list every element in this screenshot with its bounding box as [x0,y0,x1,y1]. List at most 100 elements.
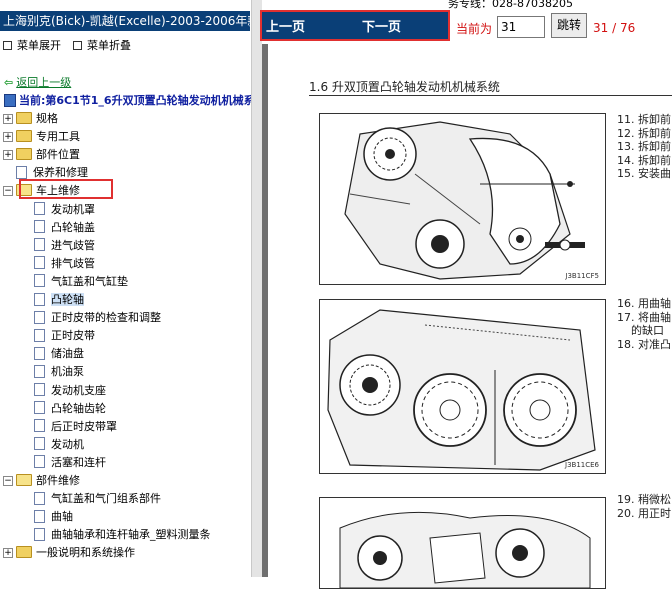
tree-item-label: 保养和修理 [33,166,88,180]
tree-page[interactable]: 进气歧管 [34,237,95,254]
engine-figure-3 [319,497,606,589]
step-line: 16. 用曲轴 [617,297,671,310]
collapse-icon [73,40,82,50]
tree-item-label: 发动机 [51,437,84,451]
section-rule [309,95,672,96]
step-line: 13. 拆卸前 [617,140,671,153]
sidebar-scrollbar[interactable] [251,0,262,577]
expand-toggle-icon[interactable]: + [3,132,13,143]
menu-expand-button[interactable]: 菜单展开 [3,38,61,54]
page-icon [34,401,45,415]
page-icon [34,328,45,342]
tree-page[interactable]: 曲轴 [34,508,73,525]
tree-folder[interactable]: + 一般说明和系统操作 [3,544,135,561]
page-icon [34,256,45,270]
engine-drawing-2 [320,300,605,473]
tree-page[interactable]: 凸轮轴盖 [34,219,95,236]
expand-icon [3,40,12,50]
tree-page[interactable]: 储油盘 [34,345,84,362]
back-link-label: 返回上一级 [16,76,72,89]
figure-code-2: J3B11CE6 [565,461,599,469]
step-line: 的缺口 [617,324,664,337]
hotline-text: 务专线：028-87038205 [448,0,573,9]
tree-item-label: 机油泵 [51,365,84,379]
tree-item-label: 一般说明和系统操作 [36,546,135,560]
tree-item-label: 规格 [36,112,58,125]
sidebar: 上海别克(Bick)-凯越(Excelle)-2003-2006年款 菜单展开 … [0,0,251,577]
hotline-strip: 务专线：028-87038205 [262,0,672,9]
tree-page[interactable]: 曲轴轴承和连杆轴承_塑料测量条 [34,526,211,543]
tree-item-label: 曲轴 [51,510,73,524]
tree-item-label: 专用工具 [36,130,80,144]
tree-item-label: 发动机支座 [51,383,106,397]
engine-figure-2: J3B11CE6 [319,299,606,474]
tree-page[interactable]: 发动机罩 [34,201,95,218]
tree-item-label: 发动机罩 [51,202,95,216]
engine-drawing-1 [320,114,605,284]
step-line: 18. 对准凸 [617,337,671,351]
folder-icon [16,474,32,486]
tree-item-label: 部件位置 [36,148,80,162]
page-icon [34,238,45,252]
page-icon [34,310,45,324]
step-line: 19. 稍微松 [617,493,671,506]
tree-page[interactable]: 气缸盖和气门组系部件 [34,490,161,507]
folder-icon [16,148,32,161]
book-icon [4,93,16,107]
expand-toggle-icon[interactable]: + [3,150,13,161]
step-line: 14. 拆卸前 [617,153,671,167]
steps-group-1: 11. 拆卸前 12. 拆卸前 13. 拆卸前 14. 拆卸前 15. 安装曲 [617,113,671,181]
engine-figure-1: J3B11CF5 [319,113,606,285]
highlight-box-tree [19,179,113,199]
expand-toggle-icon[interactable]: + [3,548,13,559]
tree-item-label: 后正时皮带罩 [51,419,117,433]
jump-button[interactable]: 跳转 [551,13,587,38]
tree-page[interactable]: 活塞和连杆 [34,454,106,471]
tree-page[interactable]: 后正时皮带罩 [34,418,117,435]
back-link[interactable]: ⇦ 返回上一级 [4,74,71,90]
tree-page[interactable]: 正时皮带的检查和调整 [34,309,161,326]
tree-item-label: 气缸盖和气缸垫 [51,274,128,288]
menu-collapse-button[interactable]: 菜单折叠 [73,38,131,54]
tree-page[interactable]: 凸轮轴 [34,291,84,308]
tree-page[interactable]: 发动机 [34,436,84,453]
tree-folder[interactable]: + 规格 [3,110,58,127]
page-number-input[interactable] [497,16,545,38]
page-icon [34,202,45,215]
tree-folder[interactable]: + 部件位置 [3,146,80,163]
tree-item-label: 凸轮轴 [51,293,84,306]
tree-item-label: 正时皮带 [51,329,95,343]
page-icon [34,491,45,505]
page-count: 31 / 76 [593,21,636,35]
steps-group-2: 16. 用曲轴 17. 将曲轴 的缺口 18. 对准凸 [617,297,671,351]
tree-item-label: 曲轴轴承和连杆轴承_塑料测量条 [51,528,211,542]
collapse-toggle-icon[interactable]: − [3,476,13,486]
tree-folder[interactable]: + 专用工具 [3,128,80,145]
tree-item-label: 凸轮轴齿轮 [51,401,106,415]
folder-icon [16,130,32,143]
tree-folder[interactable]: − 部件维修 [3,472,80,489]
tree-page[interactable]: 发动机支座 [34,382,106,399]
steps-group-3: 19. 稍微松 20. 用正时 [617,493,671,520]
expand-toggle-icon[interactable]: + [3,114,13,124]
collapse-toggle-icon[interactable]: − [3,186,13,197]
folder-icon [16,546,32,559]
tree-item-label: 进气歧管 [51,238,95,252]
tree-item-label: 凸轮轴盖 [51,220,95,234]
page-icon [34,455,45,469]
current-section: 当前:第6C1节1_6升双顶置凸轮轴发动机机械系 [4,92,251,108]
page-icon [34,527,45,541]
tree-page[interactable]: 排气歧管 [34,255,95,272]
step-line: 20. 用正时 [617,506,671,520]
tree-page[interactable]: 机油泵 [34,363,84,380]
tree-page[interactable]: 正时皮带 [34,327,95,344]
page-icon [34,509,45,523]
step-line: 17. 将曲轴 [617,310,671,324]
tree-item-label: 部件维修 [36,474,80,487]
highlight-box-nav [260,10,450,41]
page-icon [34,220,45,234]
tree-page[interactable]: 凸轮轴齿轮 [34,400,106,417]
menu-collapse-label: 菜单折叠 [87,39,131,52]
back-arrow-icon: ⇦ [4,76,14,89]
tree-page[interactable]: 气缸盖和气缸垫 [34,273,128,290]
